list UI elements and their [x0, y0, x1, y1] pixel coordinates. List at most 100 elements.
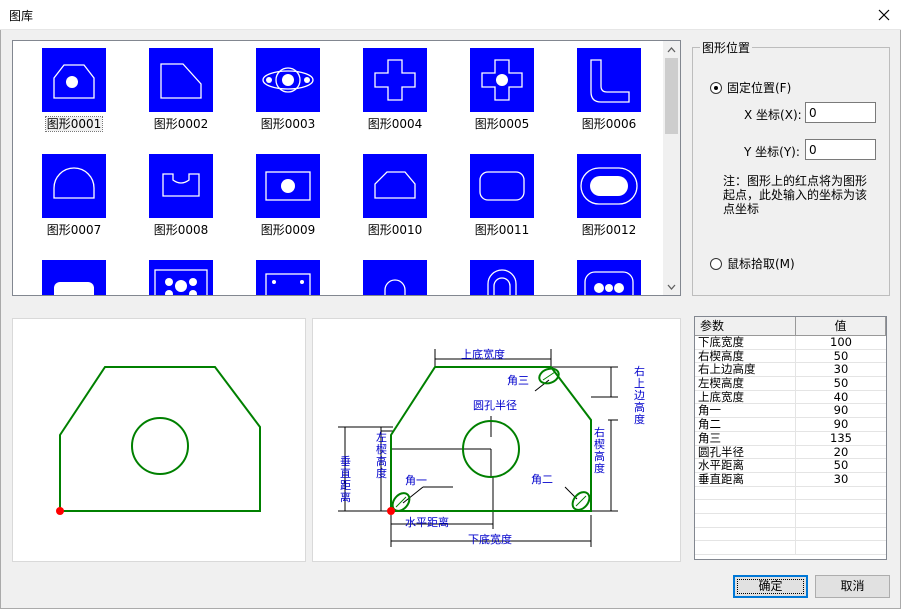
radio-dot-mouse[interactable]: [710, 257, 722, 270]
chamfer-plate-icon[interactable]: [363, 154, 427, 218]
gallery-item[interactable]: 图形0002: [141, 48, 221, 132]
chamfer-circle-icon[interactable]: [42, 48, 106, 112]
gallery-item[interactable]: 图形0010: [355, 154, 435, 238]
diagram-origin-point: [387, 507, 395, 515]
param-value[interactable]: [796, 487, 886, 500]
param-value[interactable]: 30: [796, 363, 886, 376]
table-row[interactable]: 角二 90: [695, 418, 886, 432]
param-value[interactable]: 100: [796, 336, 886, 349]
gallery-item[interactable]: 图形0005: [462, 48, 542, 132]
gallery-item[interactable]: [34, 260, 114, 295]
gallery-item-label: 图形0006: [581, 117, 637, 131]
gallery-item[interactable]: 图形0004: [355, 48, 435, 132]
table-row[interactable]: 角三 135: [695, 431, 886, 446]
gallery-item[interactable]: 图形0006: [569, 48, 649, 132]
gallery-item[interactable]: [355, 260, 435, 295]
fixed-position-radio[interactable]: 固定位置(F): [710, 79, 791, 96]
gallery-item[interactable]: 图形0009: [248, 154, 328, 238]
param-value[interactable]: 135: [796, 432, 886, 445]
label-right-top-edge: 右上边高度: [634, 364, 645, 426]
gallery-item[interactable]: [462, 260, 542, 295]
table-row[interactable]: 右楔高度 50: [695, 349, 886, 364]
gallery-item-label: 图形0003: [260, 117, 316, 131]
gallery-item[interactable]: 图形0012: [569, 154, 649, 238]
partial-2-icon[interactable]: [149, 260, 213, 295]
table-row[interactable]: [695, 486, 886, 501]
rect-hole-icon[interactable]: [256, 154, 320, 218]
gallery-item[interactable]: 图形0003: [248, 48, 328, 132]
label-top-width: 上底宽度: [461, 347, 505, 361]
x-coord-input[interactable]: [805, 102, 876, 123]
table-row[interactable]: 垂直距离 30: [695, 472, 886, 487]
param-value[interactable]: 90: [796, 404, 886, 417]
table-row[interactable]: 左楔高度 50: [695, 377, 886, 391]
value-col-header[interactable]: 值: [796, 317, 886, 335]
flange-icon[interactable]: [256, 48, 320, 112]
param-value[interactable]: [796, 500, 886, 513]
table-row[interactable]: 水平距离 50: [695, 459, 886, 473]
param-name: [695, 513, 796, 527]
y-coord-input[interactable]: [805, 139, 876, 160]
param-value[interactable]: 50: [796, 377, 886, 390]
y-coord-label: Y 坐标(Y):: [744, 145, 800, 159]
table-row[interactable]: [695, 527, 886, 542]
right-chamfer-icon[interactable]: [149, 48, 213, 112]
param-value[interactable]: [796, 514, 886, 527]
dimension-diagram: 上底宽度 角三 圆孔半径 角一 角二 水平距离 下底宽度 右上边高度 左楔高度 …: [312, 318, 681, 562]
param-table[interactable]: 参数 值 下底宽度 100 右楔高度 50 右上边高度 30 左楔高度 50 上底宽度 40 角一 9…: [694, 316, 887, 560]
table-row[interactable]: 圆孔半径 20: [695, 445, 886, 460]
gallery-scrollbar[interactable]: [663, 41, 680, 295]
partial-1-icon[interactable]: [42, 260, 106, 295]
scroll-thumb[interactable]: [665, 58, 678, 134]
param-value[interactable]: 90: [796, 418, 886, 431]
close-icon[interactable]: [867, 0, 901, 30]
table-row[interactable]: 下底宽度 100: [695, 336, 886, 350]
notch-icon[interactable]: [149, 154, 213, 218]
table-row[interactable]: 角一 90: [695, 404, 886, 419]
gallery-item[interactable]: 图形0001: [34, 48, 114, 132]
partial-6-icon[interactable]: [577, 260, 641, 295]
label-horizontal-dist: 水平距离: [405, 515, 449, 529]
gallery-item[interactable]: 图形0007: [34, 154, 114, 238]
param-table-header: 参数 值: [695, 317, 886, 336]
gallery-item[interactable]: 图形0008: [141, 154, 221, 238]
gallery-item[interactable]: [248, 260, 328, 295]
label-bottom-width: 下底宽度: [468, 532, 512, 546]
rounded-rect-icon[interactable]: [470, 154, 534, 218]
l-fillet-icon[interactable]: [577, 48, 641, 112]
partial-3-icon[interactable]: [256, 260, 320, 295]
table-row[interactable]: 右上边高度 30: [695, 363, 886, 378]
ok-button[interactable]: 确定: [733, 575, 808, 598]
shape-gallery[interactable]: 图形0001 图形0002 图形0003 图形0004 图形0005 图形0006 图形00…: [12, 40, 681, 296]
dome-icon[interactable]: [42, 154, 106, 218]
param-value[interactable]: 50: [796, 350, 886, 363]
param-value[interactable]: 50: [796, 459, 886, 472]
param-col-header[interactable]: 参数: [695, 317, 796, 335]
param-value[interactable]: [796, 528, 886, 541]
partial-5-icon[interactable]: [470, 260, 534, 295]
param-value[interactable]: [796, 541, 886, 554]
radio-dot-fixed[interactable]: [710, 81, 722, 94]
table-row[interactable]: [695, 541, 886, 555]
table-row[interactable]: [695, 513, 886, 528]
table-row[interactable]: [695, 500, 886, 514]
param-value[interactable]: 30: [796, 473, 886, 486]
param-value[interactable]: 40: [796, 391, 886, 404]
scroll-down-icon[interactable]: [663, 278, 680, 295]
fixed-position-label: 固定位置(F): [727, 81, 792, 95]
cross-hole-icon[interactable]: [470, 48, 534, 112]
cancel-button[interactable]: 取消: [815, 575, 890, 598]
param-name: 圆孔半径: [695, 445, 796, 459]
mouse-pick-radio[interactable]: 鼠标拾取(M): [710, 255, 795, 272]
gallery-item[interactable]: 图形0011: [462, 154, 542, 238]
gallery-item[interactable]: [141, 260, 221, 295]
table-row[interactable]: 上底宽度 40: [695, 390, 886, 405]
scroll-up-icon[interactable]: [663, 41, 680, 58]
cross-icon[interactable]: [363, 48, 427, 112]
partial-4-icon[interactable]: [363, 260, 427, 295]
param-value[interactable]: 20: [796, 446, 886, 459]
label-angle1: 角一: [405, 474, 427, 487]
slot-icon[interactable]: [577, 154, 641, 218]
gallery-item[interactable]: [569, 260, 649, 295]
angle-markers: [391, 367, 591, 512]
